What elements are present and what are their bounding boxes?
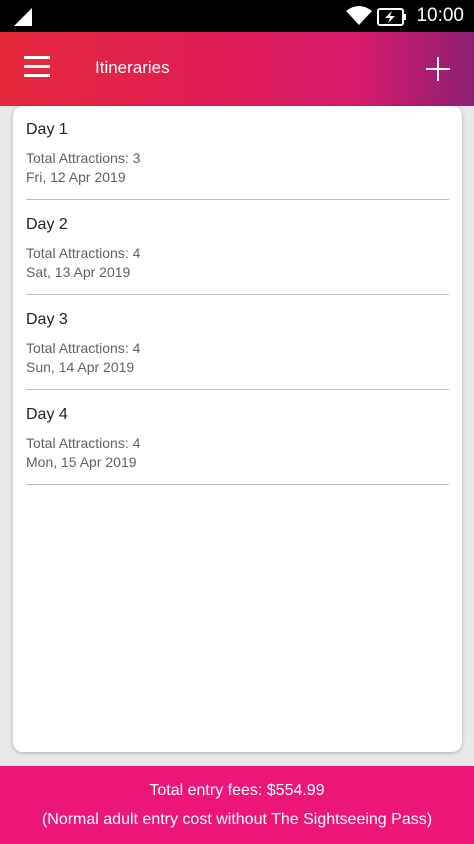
menu-icon[interactable]	[24, 54, 50, 80]
total-fees-text: Total entry fees: $554.99	[149, 782, 325, 799]
status-time: 10:00	[416, 5, 464, 26]
fees-note-text: (Normal adult entry cost without The Sig…	[41, 811, 433, 828]
day-title: Day 4	[26, 406, 68, 423]
day-date: Sat, 13 Apr 2019	[26, 264, 131, 280]
day-title: Day 3	[26, 311, 68, 328]
day-date: Mon, 15 Apr 2019	[26, 454, 137, 470]
total-fees-footer: Total entry fees: $554.99 (Normal adult …	[0, 766, 474, 844]
day-title: Day 1	[26, 121, 68, 138]
list-item-day-2[interactable]: Day 2 Total Attractions: 4 Sat, 13 Apr 2…	[26, 201, 449, 295]
day-attractions: Total Attractions: 4	[26, 435, 141, 451]
day-title: Day 2	[26, 216, 68, 233]
wifi-icon	[346, 6, 372, 31]
itineraries-screen: 10:00 Itineraries Day 1 Total Attraction…	[0, 0, 474, 844]
day-date: Fri, 12 Apr 2019	[26, 169, 126, 185]
day-date: Sun, 14 Apr 2019	[26, 359, 135, 375]
app-bar: Itineraries	[0, 32, 474, 106]
day-attractions: Total Attractions: 4	[26, 245, 141, 261]
day-attractions: Total Attractions: 3	[26, 150, 141, 166]
list-item-day-3[interactable]: Day 3 Total Attractions: 4 Sun, 14 Apr 2…	[26, 296, 449, 390]
page-title: Itineraries	[95, 58, 170, 77]
list-item-day-4[interactable]: Day 4 Total Attractions: 4 Mon, 15 Apr 2…	[26, 391, 449, 485]
day-attractions: Total Attractions: 4	[26, 340, 141, 356]
battery-charging-icon	[377, 8, 407, 31]
status-bar: 10:00	[0, 0, 474, 32]
itinerary-list-card: Day 1 Total Attractions: 3 Fri, 12 Apr 2…	[13, 106, 462, 752]
list-item-day-1[interactable]: Day 1 Total Attractions: 3 Fri, 12 Apr 2…	[26, 106, 449, 200]
plus-icon[interactable]	[425, 56, 451, 82]
signal-icon	[14, 8, 32, 31]
